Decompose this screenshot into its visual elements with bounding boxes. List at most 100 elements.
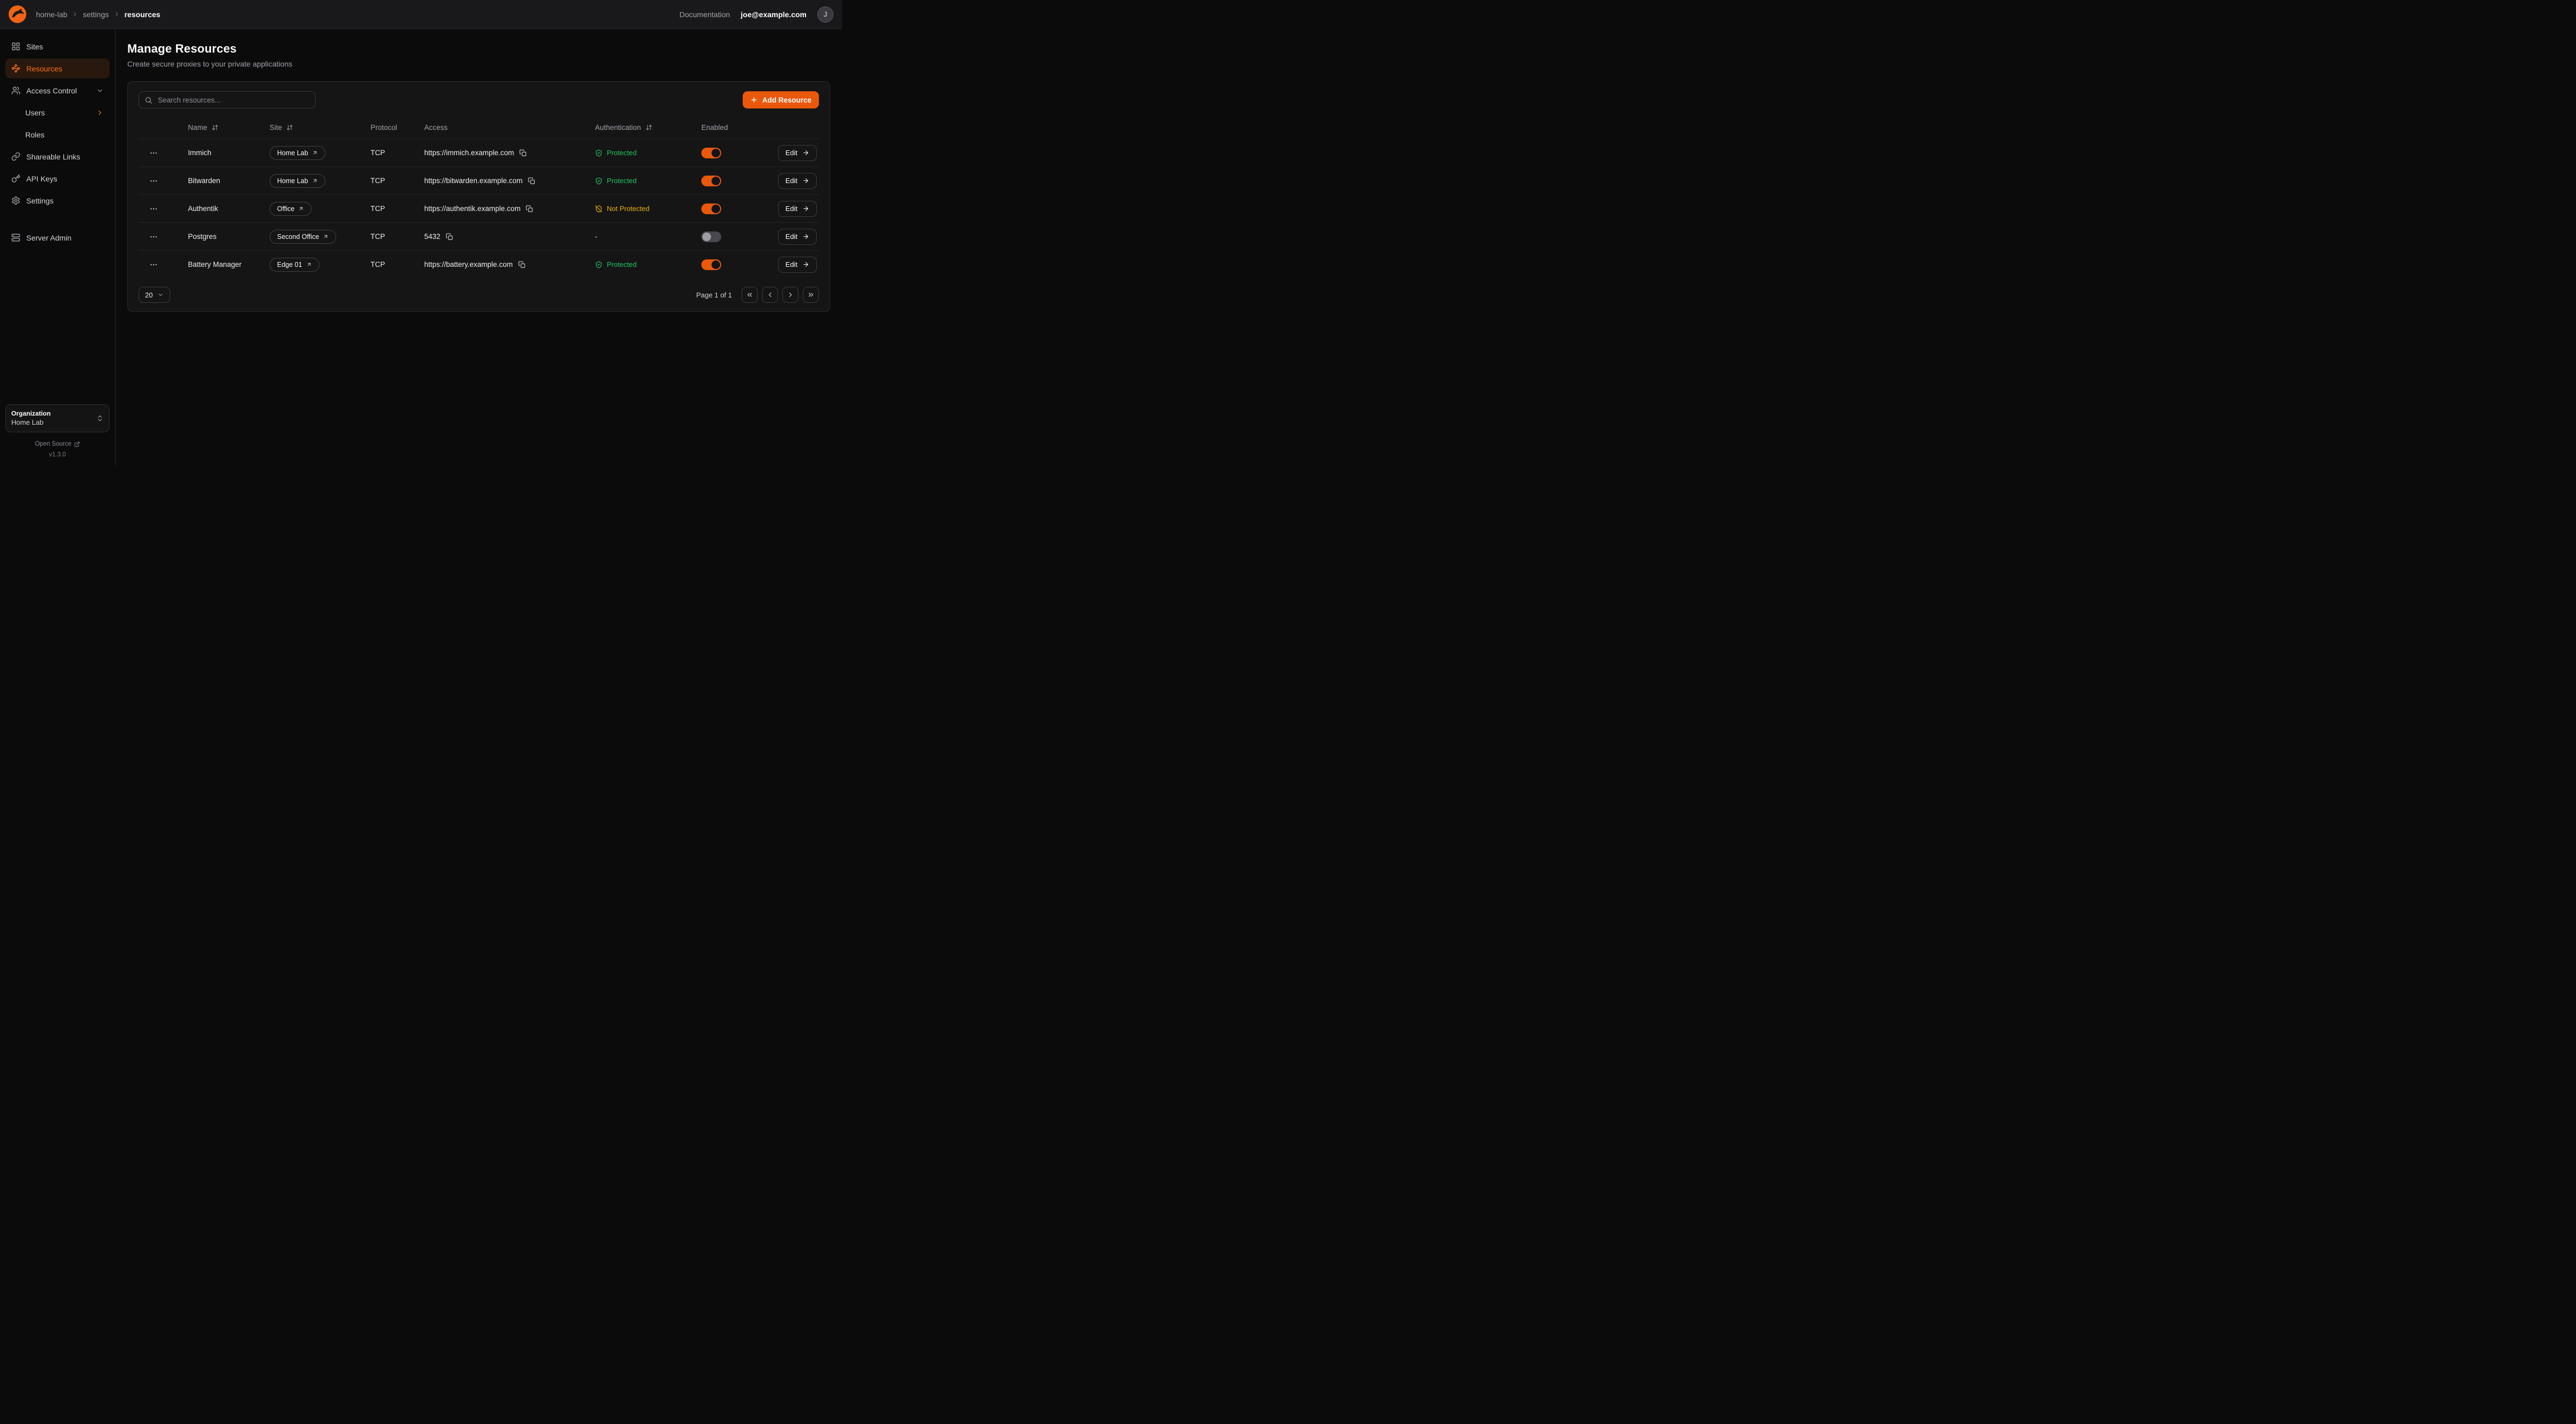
breadcrumb-org[interactable]: home-lab <box>36 10 67 19</box>
breadcrumb-current: resources <box>125 10 161 19</box>
sort-icon[interactable] <box>286 124 293 131</box>
copy-icon[interactable] <box>525 204 534 214</box>
toggle-knob <box>712 177 720 185</box>
prev-page-button[interactable] <box>762 287 778 303</box>
sort-icon[interactable] <box>212 124 219 131</box>
sidebar-item-label: Shareable Links <box>26 152 80 161</box>
edit-button-label: Edit <box>786 205 797 213</box>
open-source-link[interactable]: Open Source <box>35 441 80 447</box>
site-link[interactable]: Office <box>270 202 311 216</box>
header-site[interactable]: Site <box>259 123 360 132</box>
edit-button[interactable]: Edit <box>778 257 817 273</box>
enabled-toggle[interactable] <box>701 204 721 214</box>
arrow-right-icon <box>802 233 809 240</box>
auth-status-label: Protected <box>607 260 637 268</box>
header-access-label: Access <box>424 123 448 132</box>
sidebar-item-users[interactable]: Users <box>5 103 110 122</box>
sidebar-item-shareable-links[interactable]: Shareable Links <box>5 147 110 166</box>
edit-button[interactable]: Edit <box>778 145 817 161</box>
sort-icon[interactable] <box>645 124 652 131</box>
copy-icon[interactable] <box>518 148 528 158</box>
resource-protocol: TCP <box>371 233 385 241</box>
header-name[interactable]: Name <box>177 123 259 132</box>
copy-icon[interactable] <box>445 232 454 242</box>
copy-icon[interactable] <box>517 260 527 270</box>
site-link[interactable]: Edge 01 <box>270 258 320 272</box>
shield-check-icon <box>595 149 603 157</box>
topbar-right: Documentation joe@example.com J <box>679 6 833 23</box>
sidebar-item-label: Settings <box>26 197 54 205</box>
documentation-link[interactable]: Documentation <box>679 10 730 19</box>
sidebar-item-label: Server Admin <box>26 234 71 242</box>
chevron-left-icon <box>766 291 774 299</box>
header-protocol: Protocol <box>360 123 413 132</box>
shield-check-icon <box>595 177 603 185</box>
resources-toolbar: Add Resource <box>139 91 819 108</box>
copy-icon[interactable] <box>527 176 536 186</box>
auth-status-label: - <box>595 233 597 241</box>
search-box <box>139 91 316 108</box>
arrow-up-right-icon <box>306 261 312 267</box>
edit-button[interactable]: Edit <box>778 173 817 189</box>
auth-badge: Protected <box>595 260 637 268</box>
chevrons-up-down-icon <box>96 415 104 422</box>
resource-access: https://authentik.example.com <box>424 205 520 213</box>
nav-group-gap <box>5 213 110 226</box>
app-shell: Sites Resources Access Control Users <box>0 29 842 466</box>
sidebar-item-access-control[interactable]: Access Control <box>5 81 110 100</box>
resources-waypoints-icon <box>11 64 20 73</box>
resource-name: Battery Manager <box>188 260 242 268</box>
header-protocol-label: Protocol <box>371 123 397 132</box>
shield-check-icon <box>595 261 603 268</box>
row-menu-button[interactable] <box>147 147 160 159</box>
site-link[interactable]: Home Lab <box>270 146 325 160</box>
auth-status-label: Protected <box>607 177 637 185</box>
search-input[interactable] <box>157 96 310 105</box>
chevron-right-icon <box>787 291 794 299</box>
add-resource-button[interactable]: Add Resource <box>743 91 819 108</box>
sidebar-item-settings[interactable]: Settings <box>5 191 110 210</box>
site-link[interactable]: Second Office <box>270 230 336 244</box>
arrow-up-right-icon <box>298 206 304 212</box>
row-menu-button[interactable] <box>147 202 160 215</box>
row-menu-button[interactable] <box>147 230 160 243</box>
edit-button[interactable]: Edit <box>778 229 817 245</box>
enabled-toggle[interactable] <box>701 176 721 186</box>
first-page-button[interactable] <box>742 287 758 303</box>
arrow-up-right-icon <box>323 234 329 239</box>
edit-button[interactable]: Edit <box>778 201 817 217</box>
site-link-label: Office <box>277 205 294 213</box>
enabled-toggle[interactable] <box>701 259 721 270</box>
table-header: Name Site Protocol <box>139 116 819 139</box>
site-link-label: Edge 01 <box>277 261 302 268</box>
chevrons-left-icon <box>746 291 753 299</box>
next-page-button[interactable] <box>782 287 799 303</box>
app-logo-icon[interactable] <box>9 5 26 23</box>
sidebar-item-roles[interactable]: Roles <box>5 125 110 144</box>
enabled-toggle[interactable] <box>701 231 721 242</box>
breadcrumb-settings[interactable]: settings <box>83 10 108 19</box>
app-version: v1.3.0 <box>49 452 66 458</box>
page-size-select[interactable]: 20 <box>139 287 170 303</box>
avatar[interactable]: J <box>817 6 833 23</box>
sidebar-item-sites[interactable]: Sites <box>5 37 110 56</box>
edit-button-label: Edit <box>786 233 797 241</box>
header-authentication[interactable]: Authentication <box>584 123 691 132</box>
last-page-button[interactable] <box>803 287 819 303</box>
sidebar-item-server-admin[interactable]: Server Admin <box>5 228 110 248</box>
site-link[interactable]: Home Lab <box>270 174 325 188</box>
toggle-knob <box>712 260 720 269</box>
sidebar-item-label: Sites <box>26 42 43 51</box>
sidebar-item-resources[interactable]: Resources <box>5 59 110 78</box>
resource-row: Battery Manager Edge 01 TCP https://batt… <box>139 250 819 278</box>
sidebar-item-api-keys[interactable]: API Keys <box>5 169 110 188</box>
chevron-right-icon <box>71 11 78 18</box>
row-menu-button[interactable] <box>147 258 160 271</box>
resource-access: https://battery.example.com <box>424 260 513 268</box>
organization-select[interactable]: Organization Home Lab <box>5 404 110 432</box>
toggle-knob <box>712 205 720 213</box>
chevron-right-icon <box>113 11 120 18</box>
plus-icon <box>750 96 758 104</box>
enabled-toggle[interactable] <box>701 148 721 158</box>
row-menu-button[interactable] <box>147 175 160 187</box>
